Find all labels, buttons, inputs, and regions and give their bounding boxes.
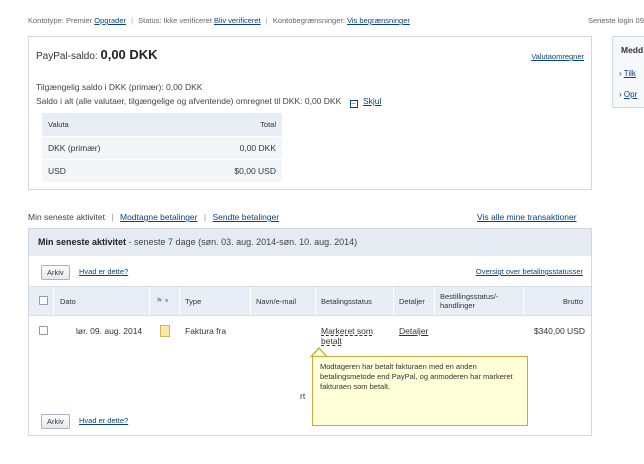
payment-status-overview-link[interactable]: Oversigt over betalingsstatusser [476,267,583,276]
currency-table: Valuta Total DKK (primær) 0,00 DKK USD $… [42,113,282,183]
table-header: Dato ⚑ ▾ Type Navn/e-mail Betalingsstatu… [29,286,591,316]
row-gross: $340,00 USD [533,326,585,336]
note-icon[interactable] [160,325,170,337]
what-is-this-link[interactable]: Hvad er dette? [79,267,128,276]
messages-title: Medd [621,45,644,55]
last-login: Seneste login 09: [588,16,644,25]
name-column-header: Navn/e-mail [256,297,297,306]
payment-status-column-header: Betalingsstatus [321,297,372,306]
show-limits-link[interactable]: Vis begrænsninger [347,16,410,25]
details-column-header: Detaljer [399,297,425,306]
details-link[interactable]: Detaljer [399,326,428,336]
verify-link[interactable]: Bliv verificeret [214,16,261,25]
archive-button-bottom[interactable]: Arkiv [41,414,70,429]
limits-label: Kontobegrænsninger: [272,16,345,25]
available-balance: Tilgængelig saldo i DKK (primær): 0,00 D… [36,82,203,92]
status-label: Status: Ikke verificeret [138,16,212,25]
currency-row: DKK (primær) 0,00 DKK [42,136,282,160]
currency-converter-link[interactable]: Valutaomregner [531,52,584,61]
account-type: Kontotype: Premier [28,16,93,25]
currency-row: USD $0,00 USD [42,159,282,183]
hide-link[interactable]: Skjul [363,96,381,106]
gross-column-header: Brutto [562,297,583,306]
activity-header: Min seneste aktivitet - seneste 7 dage (… [29,229,591,256]
tab-sent-payments[interactable]: Sendte betalinger [212,212,279,222]
messages-panel: Medd › Tilk › Opr [612,36,644,108]
side-link-2[interactable]: Opr [624,90,637,99]
side-link-1[interactable]: Tilk [624,69,636,78]
flag-filter-icon[interactable]: ⚑ ▾ [156,296,169,305]
payment-status-link[interactable]: Markeret som betalt [321,326,385,346]
balance-amount: 0,00 DKK [100,47,158,62]
what-is-this-link-bottom[interactable]: Hvad er dette? [79,416,128,425]
status-tooltip: Modtageren har betalt fakturaen med en a… [312,356,528,426]
row-date: lør. 09. aug. 2014 [76,326,143,336]
row-checkbox[interactable] [39,326,48,335]
tab-recent-activity[interactable]: Min seneste aktivitet [28,212,105,222]
total-column-header: Total [173,113,282,137]
type-column-header: Type [185,297,202,306]
archive-button[interactable]: Arkiv [41,265,70,280]
hidden-row-text: rt [300,391,306,401]
account-info-bar: Kontotype: Premier Opgrader | Status: Ik… [28,16,410,25]
upgrade-link[interactable]: Opgrader [94,16,126,25]
order-status-column-header: Bestillingsstatus/-handlinger [440,292,499,310]
balance-panel: PayPal-saldo: 0,00 DKK Valutaomregner Ti… [28,36,592,190]
all-transactions-link[interactable]: Vis alle mine transaktioner [477,212,577,222]
total-balance-line: Saldo i alt (alle valutaer, tilgængelige… [36,96,382,108]
collapse-icon[interactable]: – [349,100,358,108]
activity-tabs: Min seneste aktivitet | Modtagne betalin… [28,212,280,222]
select-all-checkbox[interactable] [39,296,48,305]
date-column-header[interactable]: Dato [60,297,76,306]
currency-column-header: Valuta [42,113,173,137]
row-type: Faktura fra [185,326,227,336]
tab-received-payments[interactable]: Modtagne betalinger [120,212,198,222]
balance-title: PayPal-saldo: 0,00 DKK [36,47,158,62]
